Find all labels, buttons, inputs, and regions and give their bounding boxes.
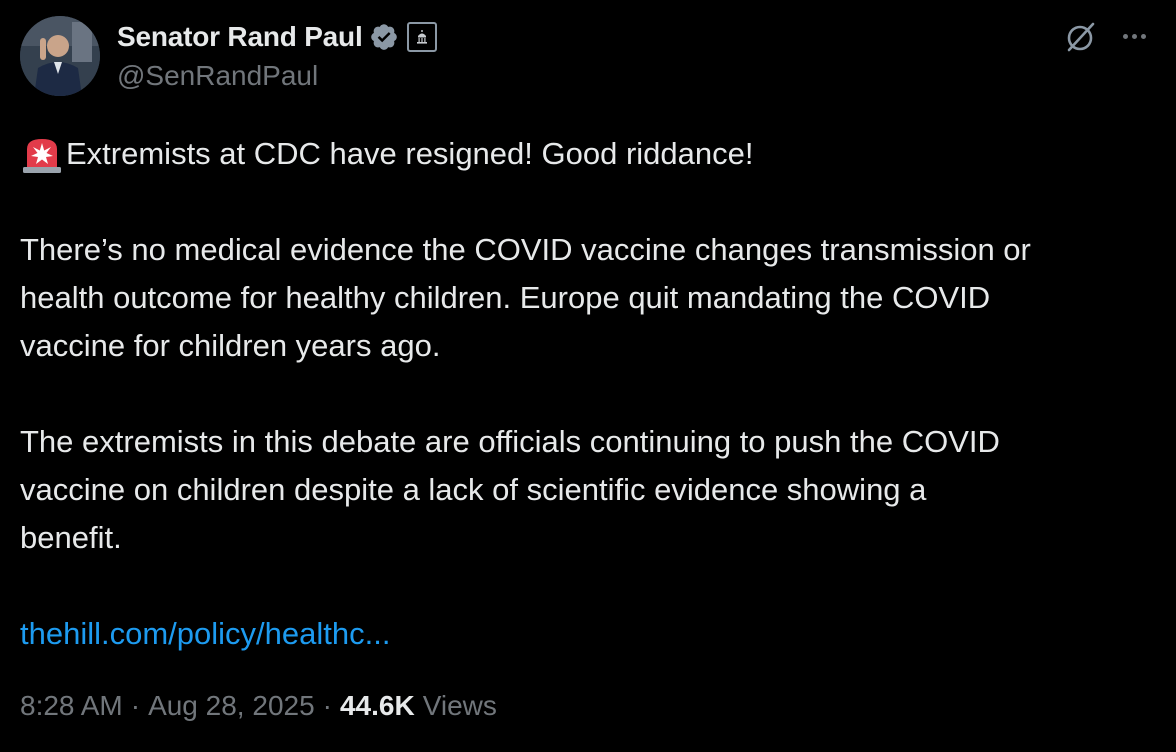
police-siren-emoji: [23, 139, 61, 173]
tweet-paragraph-link: thehill.com/policy/healthc...: [20, 610, 1160, 658]
tweet-paragraph-1: Extremists at CDC have resigned! Good ri…: [20, 130, 1160, 178]
tweet-line: The extremists in this debate are offici…: [20, 424, 1000, 459]
tweet-paragraph-2: There’s no medical evidence the COVID va…: [20, 226, 1160, 370]
avatar[interactable]: [20, 16, 100, 96]
author-display-name[interactable]: Senator Rand Paul: [117, 21, 363, 53]
tweet-date[interactable]: Aug 28, 2025: [148, 690, 315, 722]
more-dot: [1122, 33, 1128, 39]
avatar-image: [20, 16, 100, 96]
author-handle[interactable]: @SenRandPaul: [117, 60, 318, 92]
meta-separator: ·: [322, 690, 332, 721]
views-label: Views: [422, 690, 497, 721]
views-count[interactable]: 44.6K: [340, 690, 415, 722]
tweet-time[interactable]: 8:28 AM: [20, 690, 123, 722]
grok-icon[interactable]: [1062, 18, 1100, 56]
tweet-line: vaccine for children years ago.: [20, 328, 441, 363]
tweet-paragraph-3: The extremists in this debate are offici…: [20, 418, 1160, 562]
capitol-icon: [416, 30, 427, 44]
tweet-card: Senator Rand Paul @SenRandPaul Extremist…: [0, 0, 1176, 752]
tweet-line: vaccine on children despite a lack of sc…: [20, 472, 927, 507]
more-dot: [1140, 33, 1146, 39]
tweet-line-1: Extremists at CDC have resigned! Good ri…: [66, 136, 754, 171]
more-options-icon[interactable]: [1116, 20, 1152, 52]
government-affiliation-icon[interactable]: [406, 22, 437, 52]
more-dot: [1131, 33, 1137, 39]
article-link[interactable]: thehill.com/policy/healthc...: [20, 616, 390, 651]
tweet-line: There’s no medical evidence the COVID va…: [20, 232, 1031, 267]
tweet-line: benefit.: [20, 520, 122, 555]
tweet-meta: 8:28 AM · Aug 28, 2025 · 44.6K Views: [20, 690, 497, 722]
tweet-line: health outcome for healthy children. Eur…: [20, 280, 991, 315]
tweet-text: Extremists at CDC have resigned! Good ri…: [20, 130, 1160, 706]
author-name-row: Senator Rand Paul: [117, 18, 437, 56]
verified-badge-icon[interactable]: [369, 22, 399, 52]
meta-separator: ·: [130, 690, 141, 721]
